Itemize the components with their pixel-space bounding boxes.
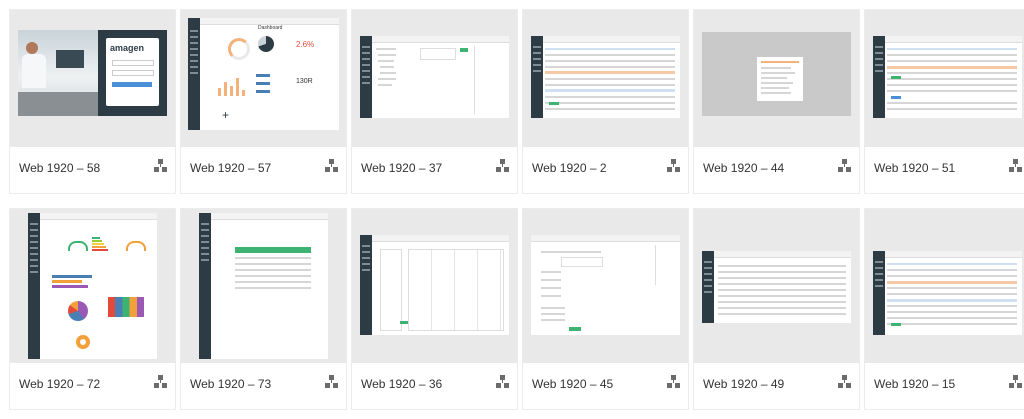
modal-dialog (757, 57, 803, 101)
prototype-icon[interactable] (1009, 159, 1022, 173)
table-preview (873, 36, 1022, 118)
frame-card[interactable]: Web 1920 – 73 (181, 209, 346, 409)
add-icon: + (222, 108, 230, 122)
frame-grid: amagen Web 1920 – 58 Dashboard 2.6% 130R… (0, 0, 1024, 419)
frame-card[interactable]: Web 1920 – 45 (523, 209, 688, 409)
metric-b: 130R (296, 78, 313, 85)
frame-footer: Web 1920 – 15 (865, 363, 1024, 409)
planning-preview (360, 235, 509, 335)
frame-thumbnail[interactable] (523, 209, 688, 363)
frame-card[interactable]: Dashboard 2.6% 130R + Web 1920 – 57 (181, 10, 346, 193)
frame-footer: Web 1920 – 72 (10, 363, 175, 409)
list-preview (199, 213, 328, 359)
frame-thumbnail[interactable] (523, 10, 688, 147)
frame-card[interactable]: Web 1920 – 15 (865, 209, 1024, 409)
login-logo: amagen (110, 43, 145, 53)
frame-thumbnail[interactable] (352, 10, 517, 147)
bar-chart (218, 76, 248, 96)
frame-name[interactable]: Web 1920 – 45 (532, 377, 613, 391)
frame-card[interactable]: Web 1920 – 49 (694, 209, 859, 409)
prototype-icon[interactable] (154, 375, 167, 389)
frame-name[interactable]: Web 1920 – 2 (532, 161, 607, 175)
frame-footer: Web 1920 – 37 (352, 147, 517, 193)
prototype-icon[interactable] (496, 375, 509, 389)
prototype-icon[interactable] (325, 159, 338, 173)
frame-thumbnail[interactable] (865, 10, 1024, 147)
prototype-icon[interactable] (154, 159, 167, 173)
login-panel: amagen (98, 30, 167, 116)
dashboard-title: Dashboard (258, 25, 283, 31)
frame-name[interactable]: Web 1920 – 36 (361, 377, 442, 391)
frame-name[interactable]: Web 1920 – 72 (19, 377, 100, 391)
frame-name[interactable]: Web 1920 – 57 (190, 161, 271, 175)
frame-thumbnail[interactable] (865, 209, 1024, 363)
frame-footer: Web 1920 – 45 (523, 363, 688, 409)
table-preview (531, 36, 680, 118)
frame-card[interactable]: Web 1920 – 72 (10, 209, 175, 409)
office-photo (18, 30, 98, 116)
frame-card[interactable]: Web 1920 – 37 (352, 10, 517, 193)
frame-card[interactable]: amagen Web 1920 – 58 (10, 10, 175, 193)
frame-name[interactable]: Web 1920 – 37 (361, 161, 442, 175)
frame-footer: Web 1920 – 36 (352, 363, 517, 409)
form-preview (531, 235, 680, 335)
frame-name[interactable]: Web 1920 – 15 (874, 377, 955, 391)
prototype-icon[interactable] (496, 159, 509, 173)
frame-name[interactable]: Web 1920 – 51 (874, 161, 955, 175)
metric-a: 2.6% (296, 40, 315, 49)
frame-footer: Web 1920 – 51 (865, 147, 1024, 193)
modal-preview (702, 32, 851, 116)
frame-name[interactable]: Web 1920 – 58 (19, 161, 100, 175)
login-box: amagen (106, 38, 159, 106)
prototype-icon[interactable] (838, 375, 851, 389)
frame-footer: Web 1920 – 49 (694, 363, 859, 409)
frame-thumbnail[interactable]: Dashboard 2.6% 130R + (181, 10, 346, 147)
frame-footer: Web 1920 – 2 (523, 147, 688, 193)
frame-footer: Web 1920 – 58 (10, 147, 175, 193)
frame-thumbnail[interactable]: amagen (10, 10, 175, 147)
frame-thumbnail[interactable] (181, 209, 346, 363)
frame-card[interactable]: Web 1920 – 44 (694, 10, 859, 193)
donut-chart (258, 36, 274, 52)
table-preview (873, 251, 1022, 335)
frame-name[interactable]: Web 1920 – 73 (190, 377, 271, 391)
tree-view-preview (360, 36, 509, 118)
frame-footer: Web 1920 – 73 (181, 363, 346, 409)
gauge-chart (228, 38, 250, 60)
frame-card[interactable]: Web 1920 – 36 (352, 209, 517, 409)
prototype-icon[interactable] (667, 159, 680, 173)
frame-thumbnail[interactable] (694, 209, 859, 363)
frame-card[interactable]: Web 1920 – 2 (523, 10, 688, 193)
frame-name[interactable]: Web 1920 – 49 (703, 377, 784, 391)
frame-thumbnail[interactable] (10, 209, 175, 363)
prototype-icon[interactable] (325, 375, 338, 389)
frame-thumbnail[interactable] (352, 209, 517, 363)
frame-thumbnail[interactable] (694, 10, 859, 147)
prototype-icon[interactable] (667, 375, 680, 389)
report-preview (28, 213, 157, 359)
dashboard-preview: Dashboard 2.6% 130R + (188, 18, 339, 130)
prototype-icon[interactable] (1009, 375, 1022, 389)
frame-card[interactable]: Web 1920 – 51 (865, 10, 1024, 193)
login-screen-preview: amagen (18, 30, 167, 116)
frame-footer: Web 1920 – 57 (181, 147, 346, 193)
prototype-icon[interactable] (838, 159, 851, 173)
campaign-table-preview (702, 251, 851, 323)
frame-name[interactable]: Web 1920 – 44 (703, 161, 784, 175)
frame-footer: Web 1920 – 44 (694, 147, 859, 193)
